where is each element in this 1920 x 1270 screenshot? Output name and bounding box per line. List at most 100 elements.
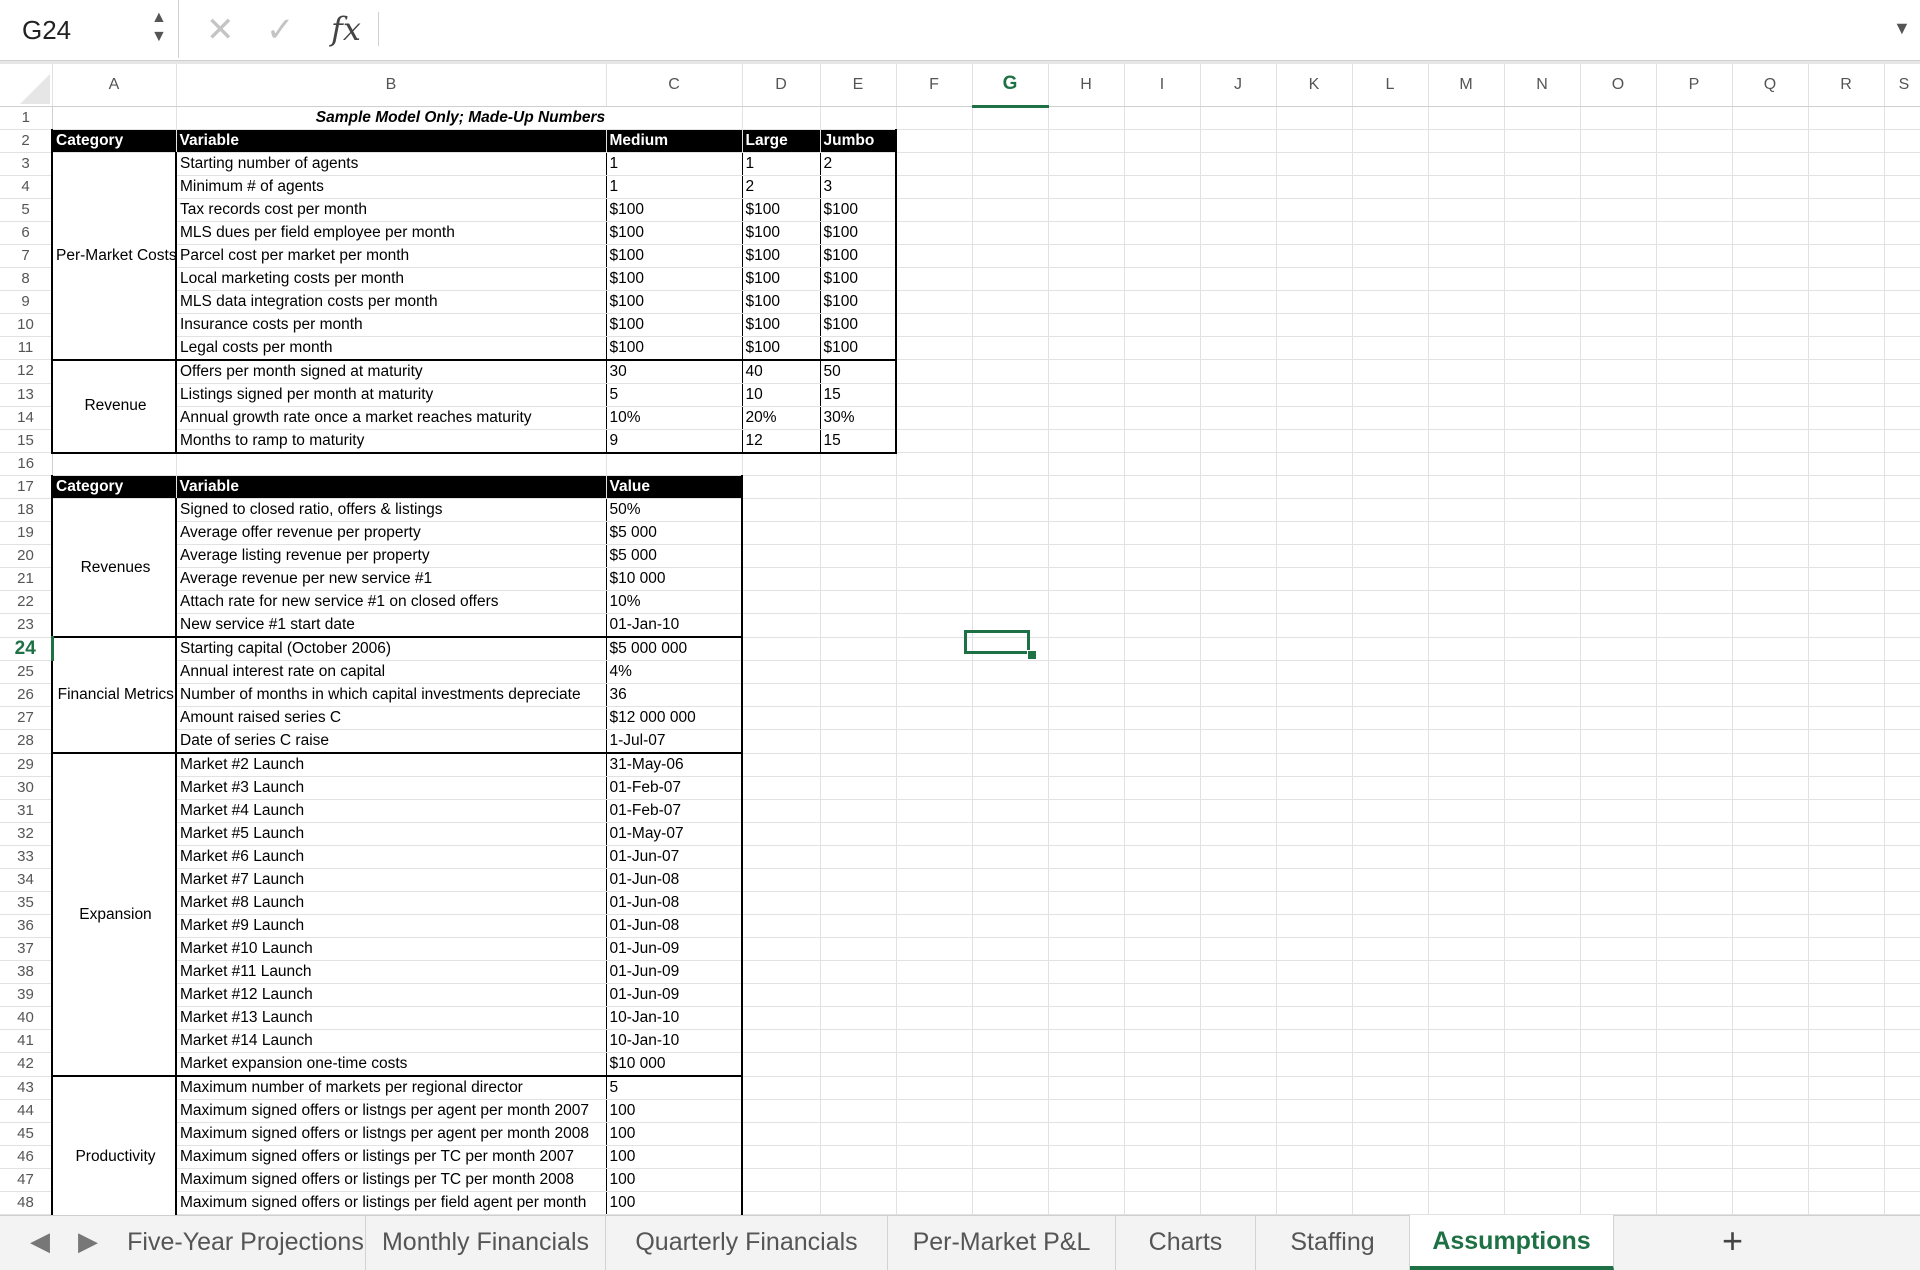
cell[interactable] <box>1656 613 1733 638</box>
row-header[interactable]: 40 <box>0 1006 53 1030</box>
row-header[interactable]: 45 <box>0 1122 53 1146</box>
variable-cell[interactable]: Annual growth rate once a market reaches… <box>175 406 607 430</box>
variable-cell[interactable]: MLS data integration costs per month <box>175 290 607 314</box>
cell[interactable] <box>1352 290 1429 314</box>
cell[interactable] <box>1048 198 1125 222</box>
value-cell[interactable]: 01-Jun-08 <box>606 914 743 938</box>
cell[interactable] <box>1048 290 1125 314</box>
row-header[interactable]: 24 <box>0 637 54 661</box>
cell[interactable] <box>1656 290 1733 314</box>
cell[interactable] <box>1504 452 1581 476</box>
cell[interactable] <box>1808 983 1885 1007</box>
cell[interactable] <box>1200 1029 1277 1053</box>
cell[interactable] <box>1428 383 1505 407</box>
cell[interactable] <box>820 753 897 777</box>
cell[interactable] <box>1428 521 1505 545</box>
cell[interactable] <box>1276 221 1353 245</box>
cell[interactable] <box>1048 868 1125 892</box>
cell[interactable] <box>896 776 973 800</box>
cell[interactable] <box>820 799 897 823</box>
cell[interactable] <box>1504 221 1581 245</box>
cell[interactable] <box>1504 544 1581 568</box>
cell[interactable] <box>1656 383 1733 407</box>
cell[interactable] <box>896 729 973 754</box>
cell[interactable] <box>896 706 973 730</box>
cell[interactable] <box>820 729 897 754</box>
cell[interactable] <box>1656 521 1733 545</box>
cell[interactable] <box>1048 498 1125 522</box>
cell[interactable] <box>1580 1099 1657 1123</box>
variable-cell[interactable]: Parcel cost per market per month <box>175 244 607 268</box>
cell[interactable] <box>742 822 821 846</box>
cell[interactable] <box>1884 406 1920 430</box>
cell[interactable] <box>1200 383 1277 407</box>
variable-cell[interactable]: Maximum number of markets per regional d… <box>175 1076 607 1100</box>
cell[interactable] <box>1656 937 1733 961</box>
variable-cell[interactable]: Market #5 Launch <box>175 822 607 846</box>
cell[interactable] <box>1808 822 1885 846</box>
cell[interactable] <box>1124 1052 1201 1077</box>
cell[interactable] <box>1428 1168 1505 1192</box>
cell[interactable] <box>1504 1145 1581 1169</box>
cell[interactable] <box>1884 891 1920 915</box>
cell[interactable] <box>1428 106 1505 130</box>
cell[interactable] <box>1048 683 1125 707</box>
cell[interactable] <box>1884 498 1920 522</box>
cell[interactable] <box>972 175 1049 199</box>
cell[interactable] <box>1352 613 1429 638</box>
cell[interactable] <box>1276 960 1353 984</box>
cell[interactable] <box>896 267 973 291</box>
cell[interactable] <box>1732 521 1809 545</box>
cell[interactable] <box>1808 221 1885 245</box>
row-header[interactable]: 25 <box>0 660 53 684</box>
value-cell[interactable]: $100 <box>820 221 897 245</box>
row-header[interactable]: 41 <box>0 1029 53 1053</box>
variable-cell[interactable]: New service #1 start date <box>175 613 607 638</box>
value-cell[interactable]: $100 <box>742 313 821 337</box>
plus-icon[interactable]: + <box>1722 1220 1743 1262</box>
cell[interactable] <box>742 1052 821 1077</box>
cell[interactable] <box>1124 1076 1201 1100</box>
cell[interactable] <box>1200 776 1277 800</box>
value-cell[interactable]: $100 <box>606 198 743 222</box>
cell[interactable] <box>1276 1145 1353 1169</box>
cell[interactable] <box>972 129 1049 153</box>
row-header[interactable]: 27 <box>0 706 53 730</box>
cell[interactable] <box>1580 845 1657 869</box>
cell[interactable] <box>1048 753 1125 777</box>
row-header[interactable]: 21 <box>0 567 53 591</box>
cell[interactable] <box>1732 613 1809 638</box>
cell[interactable] <box>972 983 1049 1007</box>
column-header[interactable]: L <box>1352 64 1429 107</box>
cell[interactable] <box>1124 822 1201 846</box>
cell[interactable] <box>1200 336 1277 360</box>
cell[interactable] <box>1504 521 1581 545</box>
row-header[interactable]: 9 <box>0 290 53 314</box>
cell[interactable] <box>820 845 897 869</box>
cell[interactable] <box>896 152 973 176</box>
value-cell[interactable]: 01-Feb-07 <box>606 799 743 823</box>
column-header[interactable]: A <box>52 64 177 107</box>
cell[interactable] <box>896 383 973 407</box>
cell[interactable] <box>1124 152 1201 176</box>
cell[interactable] <box>1124 406 1201 430</box>
cell[interactable] <box>1428 359 1505 384</box>
cell[interactable] <box>1200 845 1277 869</box>
cell[interactable] <box>1124 983 1201 1007</box>
cell[interactable] <box>1504 1029 1581 1053</box>
cell-grid[interactable]: A B C D E F G H I J K L M N O P Q R S 1 Sample Model Only; M… <box>0 64 1920 1215</box>
cell[interactable] <box>1352 475 1429 499</box>
cell[interactable] <box>972 498 1049 522</box>
cell[interactable] <box>1124 129 1201 153</box>
cell[interactable] <box>1732 983 1809 1007</box>
cell[interactable] <box>1048 613 1125 638</box>
cell[interactable] <box>1200 937 1277 961</box>
cell[interactable] <box>1808 1099 1885 1123</box>
cell[interactable] <box>1276 406 1353 430</box>
cell[interactable] <box>1504 1076 1581 1100</box>
cell[interactable] <box>1808 198 1885 222</box>
confirm-icon[interactable]: ✓ <box>266 10 295 50</box>
cell[interactable] <box>1428 452 1505 476</box>
cell[interactable] <box>896 1191 973 1215</box>
column-header[interactable]: C <box>606 64 743 107</box>
